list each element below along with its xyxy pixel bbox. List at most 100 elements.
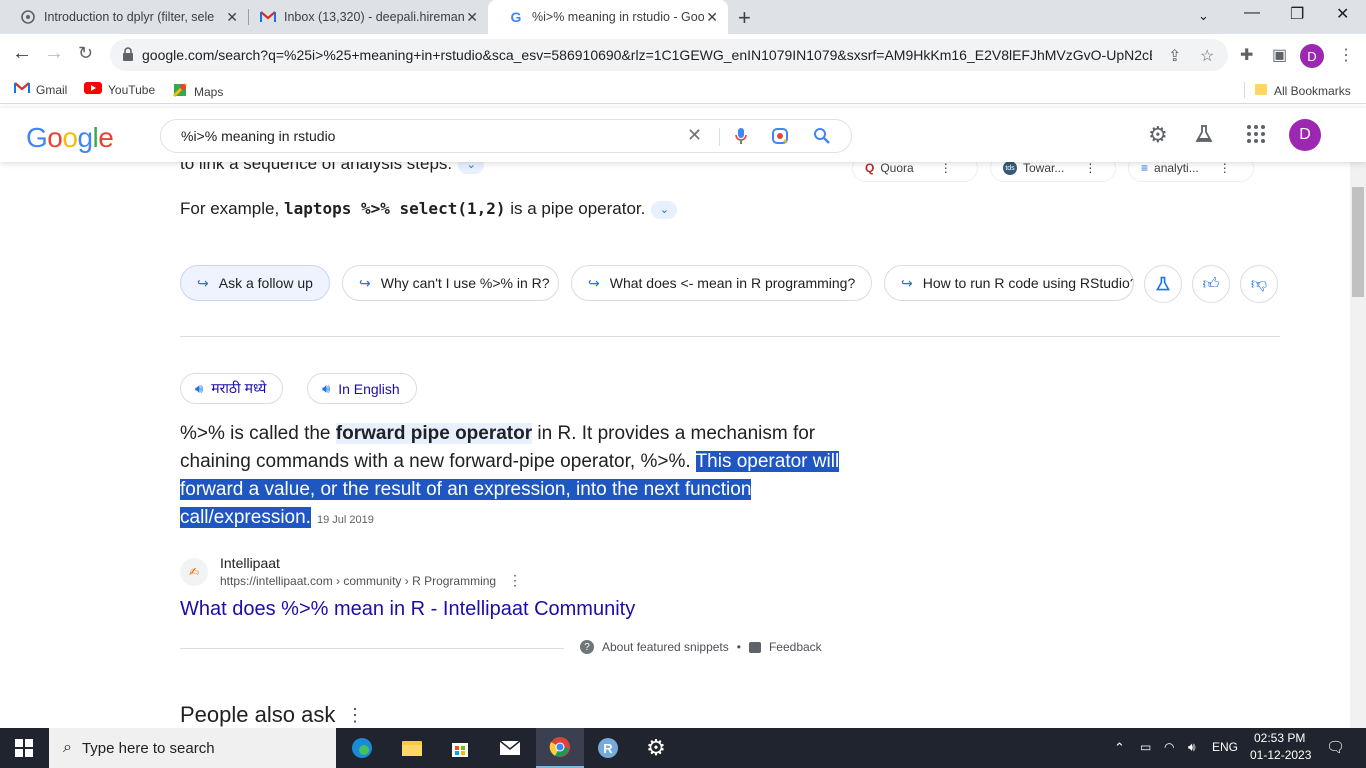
clock-time[interactable]: 02:53 PM <box>1254 731 1305 745</box>
quora-icon: Q <box>865 162 875 175</box>
site-name[interactable]: Intellipaat <box>220 555 280 571</box>
chrome-web-icon <box>20 9 36 25</box>
example-suffix: is a pipe operator. <box>505 199 646 218</box>
chevron-down-icon[interactable]: ⌄ <box>651 200 678 219</box>
file-explorer-icon[interactable] <box>388 728 436 768</box>
close-window-button[interactable]: ✕ <box>1336 4 1349 24</box>
minimize-button[interactable]: — <box>1244 4 1260 22</box>
notification-icon[interactable]: 🗨︎ <box>1326 738 1345 756</box>
featured-snippet: %>% is called the forward pipe operator … <box>180 420 840 534</box>
snippet-footer: ? About featured snippets • Feedback <box>580 640 822 654</box>
english-button[interactable]: 🔊︎ In English <box>307 373 417 404</box>
result-link[interactable]: What does %>% mean in R - Intellipaat Co… <box>180 598 635 621</box>
close-icon[interactable]: ✕ <box>466 9 478 26</box>
browser-menu-icon[interactable]: ⋮ <box>1338 45 1354 65</box>
volume-icon[interactable]: 🔊︎ <box>1188 740 1196 755</box>
labs-button[interactable] <box>1144 265 1182 303</box>
all-bookmarks[interactable]: All Bookmarks <box>1254 82 1351 99</box>
mail-icon[interactable] <box>486 728 534 768</box>
chevron-up-icon[interactable]: ⌃ <box>1114 740 1125 756</box>
tab-search-chevron-icon[interactable]: ⌄ <box>1198 8 1209 24</box>
followup-chip[interactable]: ↪ How to run R code using RStudio? <box>884 265 1134 301</box>
more-vert-icon[interactable]: ⋮ <box>940 162 952 175</box>
close-icon[interactable]: ✕ <box>226 9 238 26</box>
more-vert-icon[interactable]: ⋮ <box>1084 162 1096 175</box>
scrollbar-thumb[interactable] <box>1352 187 1364 297</box>
followup-chip[interactable]: ↪ Why can't I use %>% in R? <box>342 265 559 301</box>
bookmark-gmail[interactable]: Gmail <box>14 82 67 97</box>
bookmark-youtube[interactable]: YouTube <box>84 82 155 97</box>
address-bar[interactable]: google.com/search?q=%25i>%25+meaning+in+… <box>110 39 1228 71</box>
edge-icon[interactable] <box>338 728 386 768</box>
bookmark-star-icon[interactable]: ☆ <box>1200 46 1214 66</box>
speaker-icon: 🔊︎ <box>195 380 204 396</box>
bookmarks-bar: Gmail YouTube Maps All Bookmarks <box>0 76 1366 104</box>
thumbs-up-button[interactable]: 👍︎ <box>1192 265 1230 303</box>
follow-up-arrow-icon: ↪ <box>901 274 913 291</box>
chevron-down-icon[interactable]: ⌄ <box>458 162 485 174</box>
source-chip-label: Towar... <box>1023 162 1065 175</box>
marathi-button[interactable]: 🔊︎ मराठी मध्ये <box>180 373 284 404</box>
ask-follow-up-chip[interactable]: ↪ Ask a follow up <box>180 265 330 301</box>
side-panel-icon[interactable]: ▣ <box>1272 45 1287 65</box>
google-account-avatar[interactable]: D <box>1289 119 1321 151</box>
snippet-date: 19 Jul 2019 <box>316 514 374 526</box>
store-icon[interactable] <box>436 728 484 768</box>
input-language[interactable]: ENG <box>1212 740 1238 754</box>
more-vert-icon[interactable]: ⋮ <box>346 705 364 726</box>
chrome-icon[interactable] <box>536 728 584 768</box>
source-chip-label: Quora <box>880 162 914 175</box>
about-snippets-link[interactable]: About featured snippets <box>602 640 729 654</box>
source-chip-analytics[interactable]: ≡ analyti... ⋮ <box>1128 162 1254 182</box>
section-divider <box>180 336 1280 337</box>
battery-icon[interactable]: ▭ <box>1140 740 1151 754</box>
search-input[interactable] <box>181 128 661 144</box>
follow-up-arrow-icon: ↪ <box>588 274 600 291</box>
wifi-icon[interactable]: ◠ <box>1164 740 1174 754</box>
lens-icon[interactable] <box>771 127 789 150</box>
google-logo[interactable]: Google <box>26 122 114 154</box>
forward-arrow-icon[interactable]: → <box>44 42 64 65</box>
source-chip-towards[interactable]: tds Towar... ⋮ <box>990 162 1116 182</box>
feedback-link[interactable]: Feedback <box>769 640 822 654</box>
browser-profile-avatar[interactable]: D <box>1300 44 1324 68</box>
followup-chip[interactable]: ↪ What does <- mean in R programming? <box>571 265 872 301</box>
restore-button[interactable]: ❐ <box>1290 4 1304 24</box>
taskbar-search[interactable]: ⌕ Type here to search <box>49 728 336 768</box>
extensions-icon[interactable]: ✚ <box>1240 45 1253 65</box>
tab-google-search[interactable]: G %i>% meaning in rstudio - Goog ✕ <box>488 0 728 34</box>
search-box[interactable]: ✕ <box>160 119 852 153</box>
close-icon[interactable]: ✕ <box>706 9 718 26</box>
bookmark-maps[interactable]: Maps <box>172 82 223 101</box>
tab-dplyr[interactable]: Introduction to dplyr (filter, sele ✕ <box>0 0 248 34</box>
clock-date[interactable]: 01-12-2023 <box>1250 748 1311 762</box>
apps-grid-icon[interactable] <box>1246 124 1266 150</box>
lock-icon <box>122 47 134 61</box>
search-results: to link a sequence of analysis steps. ⌄ Q… <box>0 162 1350 728</box>
tab-gmail[interactable]: Inbox (13,320) - deepali.hireman ✕ <box>240 0 488 34</box>
back-arrow-icon[interactable]: ← <box>12 42 32 65</box>
source-chip-quora[interactable]: Q Quora ⋮ <box>852 162 978 182</box>
tab-title: Introduction to dplyr (filter, sele <box>44 10 215 24</box>
settings-gear-icon[interactable]: ⚙ <box>632 728 680 768</box>
new-tab-button[interactable]: + <box>738 5 751 31</box>
settings-gear-icon[interactable]: ⚙ <box>1148 122 1168 148</box>
snippet-footer-divider <box>180 648 564 649</box>
more-vert-icon[interactable]: ⋮ <box>1219 162 1231 175</box>
speaker-icon: 🔊︎ <box>322 380 331 396</box>
reload-icon[interactable]: ↻ <box>78 43 93 64</box>
windows-taskbar: ⌕ Type here to search R ⚙ ⌃ ▭ ◠ 🔊︎ ENG 0… <box>0 728 1366 768</box>
dot-separator: • <box>736 640 741 654</box>
tab-strip: Introduction to dplyr (filter, sele ✕ In… <box>0 0 1366 34</box>
more-vert-icon[interactable]: ⋮ <box>508 572 522 589</box>
labs-flask-icon[interactable] <box>1194 124 1214 150</box>
follow-up-arrow-icon: ↪ <box>197 274 209 291</box>
search-icon[interactable] <box>813 127 831 150</box>
mic-icon[interactable] <box>735 127 747 150</box>
clear-icon[interactable]: ✕ <box>687 125 702 146</box>
windows-start-icon[interactable] <box>0 728 48 768</box>
share-icon[interactable]: ⇪ <box>1168 46 1181 66</box>
site-url[interactable]: https://intellipaat.com › community › R … <box>220 574 496 588</box>
thumbs-down-button[interactable]: 👎︎ <box>1240 265 1278 303</box>
rstudio-icon[interactable]: R <box>584 728 632 768</box>
